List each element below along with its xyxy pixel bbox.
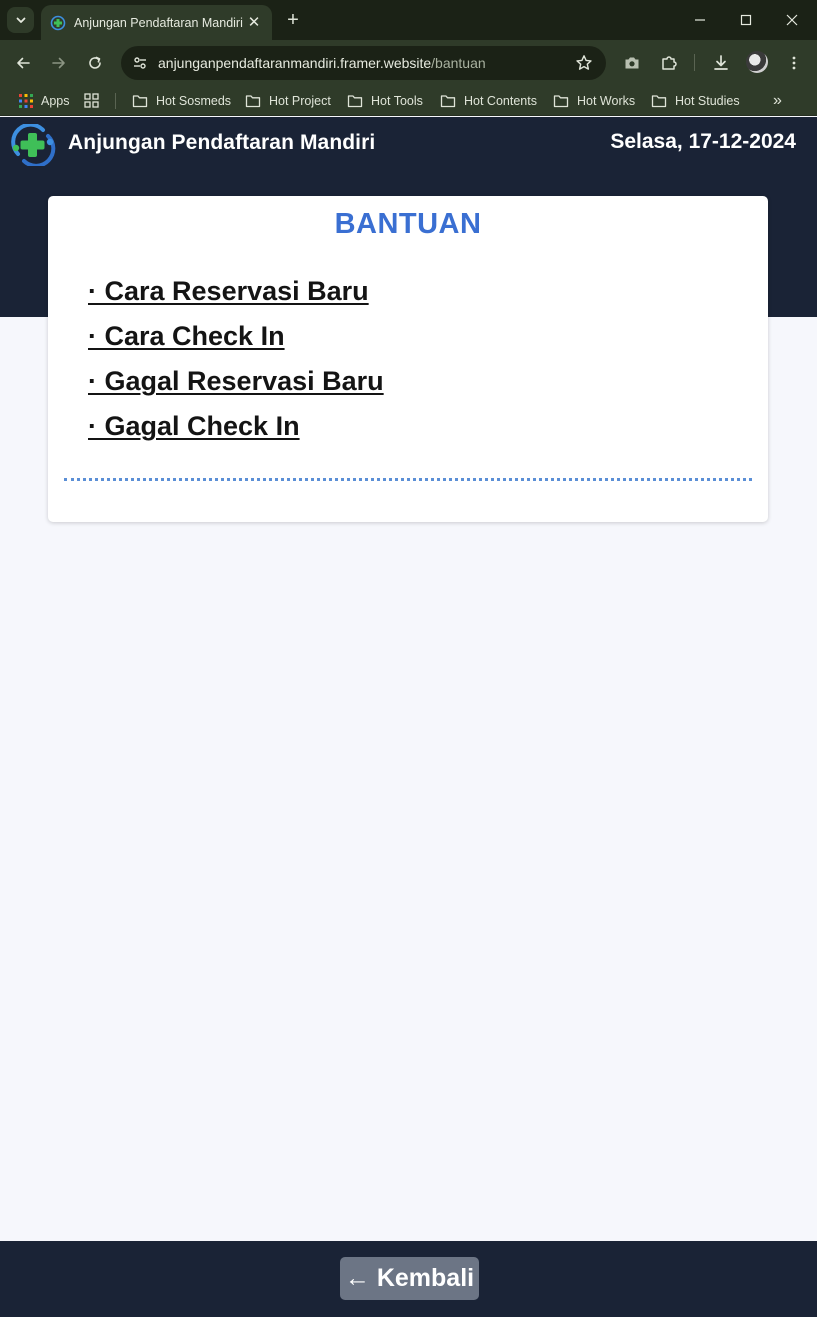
- bookmark-label: Hot Studies: [675, 93, 740, 108]
- reload-button[interactable]: [81, 49, 109, 77]
- tune-icon: [134, 57, 146, 69]
- back-button[interactable]: ← Kembali: [340, 1257, 479, 1300]
- folder-icon: [245, 94, 261, 107]
- chevron-down-icon: [16, 17, 25, 23]
- folder-icon: [553, 94, 569, 107]
- close-window-button[interactable]: [769, 5, 815, 35]
- back-nav-button[interactable]: [9, 49, 37, 77]
- list-item: · Cara Check In: [88, 321, 384, 366]
- help-links-list: · Cara Reservasi Baru · Cara Check In · …: [88, 276, 384, 456]
- bookmark-label: Hot Tools: [371, 93, 423, 108]
- arrow-right-icon: [52, 57, 65, 69]
- help-card: BANTUAN · Cara Reservasi Baru · Cara Che…: [48, 196, 768, 522]
- bookmark-hot-tools[interactable]: Hot Tools: [347, 85, 423, 116]
- new-tab-button[interactable]: +: [282, 9, 304, 31]
- card-title: BANTUAN: [334, 208, 482, 240]
- download-icon: [714, 55, 728, 70]
- site-favicon-icon: [50, 15, 66, 31]
- list-item: · Cara Reservasi Baru: [88, 276, 384, 321]
- browser-tab-active[interactable]: Anjungan Pendaftaran Mandiri ✕: [41, 5, 272, 40]
- folder-icon: [440, 94, 456, 107]
- url-text: anjunganpendaftaranmandiri.framer.websit…: [158, 55, 486, 71]
- current-date: Selasa, 17-12-2024: [610, 130, 796, 153]
- profile-avatar[interactable]: [746, 51, 768, 73]
- bookmarks-separator: [115, 93, 116, 109]
- address-bar[interactable]: anjunganpendaftaranmandiri.framer.websit…: [121, 46, 606, 80]
- apps-grid-icon: [19, 93, 33, 108]
- bookmark-apps[interactable]: Apps: [19, 85, 70, 116]
- list-item: · Gagal Reservasi Baru: [88, 366, 384, 411]
- star-icon: [576, 55, 592, 70]
- bookmark-hot-studies[interactable]: Hot Studies: [651, 85, 740, 116]
- dotted-divider: [64, 478, 752, 481]
- bookmarks-overflow-button[interactable]: »: [773, 85, 782, 116]
- tab-search-button[interactable]: [7, 7, 34, 33]
- tab-groups-button[interactable]: [84, 85, 107, 116]
- url-host: anjunganpendaftaranmandiri.framer.websit…: [158, 55, 432, 71]
- link-gagal-check-in[interactable]: · Gagal Check In: [88, 411, 300, 441]
- bookmark-label: Hot Works: [577, 93, 636, 108]
- reload-icon: [89, 56, 101, 69]
- arrow-left-icon: [17, 57, 30, 69]
- bookmark-label: Hot Project: [269, 93, 331, 108]
- toolbar-separator: [694, 54, 695, 71]
- minimize-icon: [695, 19, 705, 21]
- bookmark-hot-works[interactable]: Hot Works: [553, 85, 635, 116]
- app-logo-icon: [11, 124, 56, 166]
- maximize-button[interactable]: [723, 5, 769, 35]
- browser-titlebar: Anjungan Pendaftaran Mandiri ✕ +: [0, 0, 817, 40]
- site-info-button[interactable]: [125, 49, 155, 77]
- extensions-button[interactable]: [655, 49, 683, 77]
- bookmark-hot-contents[interactable]: Hot Contents: [440, 85, 537, 116]
- bookmark-hot-project[interactable]: Hot Project: [245, 85, 331, 116]
- folder-icon: [651, 94, 667, 107]
- link-gagal-reservasi-baru[interactable]: · Gagal Reservasi Baru: [88, 366, 384, 396]
- bookmark-label: Hot Contents: [464, 93, 537, 108]
- close-icon: [786, 14, 798, 26]
- bookmark-hot-sosmeds[interactable]: Hot Sosmeds: [132, 85, 231, 116]
- bookmark-label: Hot Sosmeds: [156, 93, 232, 108]
- more-vertical-icon: [792, 56, 796, 70]
- camera-icon: [625, 57, 639, 69]
- minimize-button[interactable]: [677, 5, 723, 35]
- forward-nav-button[interactable]: [45, 49, 73, 77]
- folder-icon: [132, 94, 148, 107]
- list-item: · Gagal Check In: [88, 411, 384, 456]
- url-path: /bantuan: [431, 55, 486, 71]
- folder-icon: [347, 94, 363, 107]
- tab-title: Anjungan Pendaftaran Mandiri: [74, 15, 243, 30]
- app-title: Anjungan Pendaftaran Mandiri: [68, 131, 376, 154]
- bookmark-label: Apps: [41, 93, 70, 108]
- tab-close-icon[interactable]: ✕: [246, 14, 262, 31]
- bookmark-star-button[interactable]: [574, 53, 594, 73]
- bookmarks-bar: Apps Hot Sosmeds Hot Project Hot Tools H…: [0, 85, 817, 116]
- maximize-icon: [740, 14, 752, 26]
- browser-toolbar: anjunganpendaftaranmandiri.framer.websit…: [0, 40, 817, 85]
- browser-menu-button[interactable]: [780, 49, 808, 77]
- link-cara-reservasi-baru[interactable]: · Cara Reservasi Baru: [88, 276, 369, 306]
- link-cara-check-in[interactable]: · Cara Check In: [88, 321, 285, 351]
- grid-icon: [84, 93, 99, 108]
- screenshot-button[interactable]: [618, 49, 646, 77]
- downloads-button[interactable]: [707, 49, 735, 77]
- puzzle-icon: [662, 56, 677, 70]
